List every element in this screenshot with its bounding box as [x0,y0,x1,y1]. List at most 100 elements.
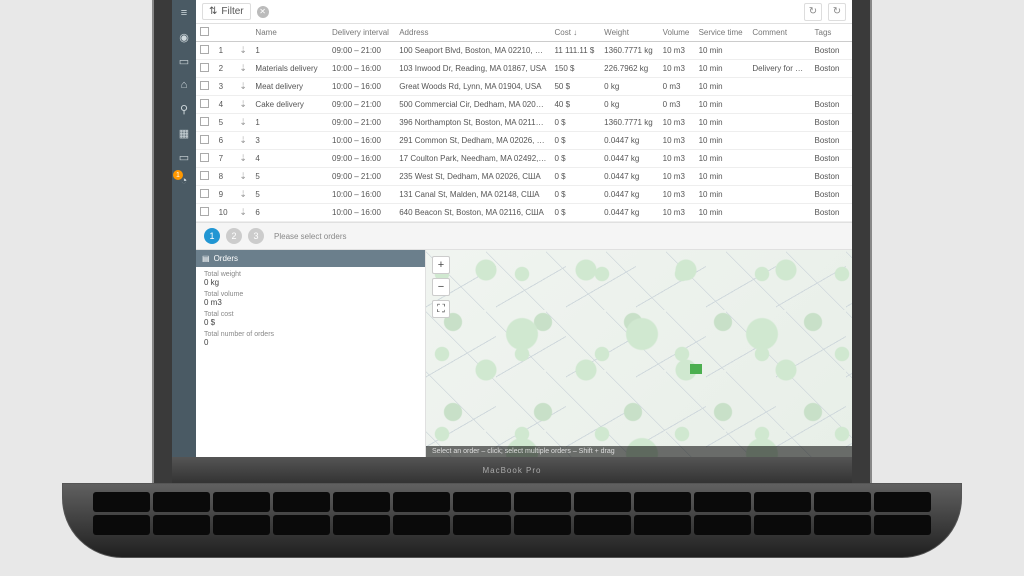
table-row[interactable]: 2⇣Materials delivery10:00 – 16:00103 Inw… [196,60,852,78]
col-service[interactable]: Service time [695,24,749,42]
row-checkbox[interactable] [200,117,209,126]
col-weight[interactable]: Weight [600,24,658,42]
col-volume[interactable]: Volume [659,24,695,42]
map-zoom-out[interactable]: − [432,278,450,296]
laptop-label: MacBook Pro [482,466,541,475]
col-name[interactable]: Name [251,24,328,42]
key [153,515,210,535]
cell-volume: 10 m3 [659,168,695,186]
key [273,492,330,512]
row-num: 3 [215,78,236,96]
cell-cost: 150 $ [550,60,600,78]
cell-address: Great Woods Rd, Lynn, MA 01904, USA [395,78,550,96]
step-3[interactable]: 3 [248,228,264,244]
filter-button[interactable]: ⇅ Filter [202,3,251,20]
table-row[interactable]: 9⇣510:00 – 16:00131 Canal St, Malden, MA… [196,186,852,204]
cell-interval: 09:00 – 21:00 [328,168,395,186]
row-checkbox[interactable] [200,63,209,72]
cell-comment [748,168,810,186]
cell-service: 10 min [695,78,749,96]
table-row[interactable]: 3⇣Meat delivery10:00 – 16:00Great Woods … [196,78,852,96]
cell-volume: 10 m3 [659,60,695,78]
notification-badge: 1 [173,170,183,180]
menu-icon[interactable]: ≡ [177,6,191,20]
person-icon[interactable]: ◉ [177,30,191,44]
status-icon: ⇣ [239,153,247,163]
table-row[interactable]: 8⇣509:00 – 21:00235 West St, Dedham, MA … [196,168,852,186]
row-checkbox[interactable] [200,189,209,198]
key [514,515,571,535]
status-icon: ⇣ [239,207,247,217]
chat-icon[interactable]: ▭ [177,150,191,164]
step-2[interactable]: 2 [226,228,242,244]
refresh-button[interactable]: ↻ [804,3,822,21]
cell-service: 10 min [695,96,749,114]
cell-tags: Boston [811,132,852,150]
row-checkbox[interactable] [200,207,209,216]
row-num: 10 [215,204,236,222]
home-icon[interactable]: ⌂ [177,78,191,92]
col-tags[interactable]: Tags [811,24,852,42]
col-interval[interactable]: Delivery interval [328,24,395,42]
cell-cost: 0 $ [550,114,600,132]
col-cost[interactable]: Cost ↓ [550,24,600,42]
steps-hint: Please select orders [274,232,346,241]
cell-weight: 0.0447 kg [600,150,658,168]
step-1[interactable]: 1 [204,228,220,244]
grid-icon[interactable]: ▦ [177,126,191,140]
cell-comment [748,150,810,168]
table-row[interactable]: 6⇣310:00 – 16:00291 Common St, Dedham, M… [196,132,852,150]
col-address[interactable]: Address [395,24,550,42]
row-checkbox[interactable] [200,45,209,54]
map[interactable]: + − ⛶ Select an order – click; select mu… [426,250,852,457]
row-checkbox[interactable] [200,99,209,108]
key [634,492,691,512]
map-truck-marker[interactable] [690,364,702,374]
cell-address: 396 Northampton St, Boston, MA 02118, СШ… [395,114,550,132]
status-icon: ⇣ [239,171,247,181]
status-icon: ⇣ [239,189,247,199]
select-all-checkbox[interactable] [200,27,209,36]
total-count-label: Total number of orders [204,331,417,338]
map-hint: Select an order – click; select multiple… [426,446,852,457]
cell-interval: 09:00 – 21:00 [328,42,395,60]
table-row[interactable]: 1⇣109:00 – 21:00100 Seaport Blvd, Boston… [196,42,852,60]
key [574,492,631,512]
status-icon: ⇣ [239,63,247,73]
cell-volume: 10 m3 [659,186,695,204]
cell-service: 10 min [695,114,749,132]
map-zoom-in[interactable]: + [432,256,450,274]
cell-cost: 11 111.11 $ [550,42,600,60]
row-checkbox[interactable] [200,135,209,144]
status-icon: ⇣ [239,99,247,109]
row-checkbox[interactable] [200,153,209,162]
pin-icon[interactable]: ⚲ [177,102,191,116]
cell-cost: 0 $ [550,204,600,222]
cell-address: 500 Commercial Cir, Dedham, MA 02026, US… [395,96,550,114]
cell-name: 5 [251,186,328,204]
bell-icon[interactable]: 1 ◔ [177,174,191,188]
cell-cost: 0 $ [550,186,600,204]
sidebar: ≡ ◉ ▭ ⌂ ⚲ ▦ ▭ 1 ◔ [172,0,196,457]
cell-weight: 0 kg [600,78,658,96]
export-button[interactable]: ↻ [828,3,846,21]
cell-interval: 09:00 – 16:00 [328,150,395,168]
cell-cost: 0 $ [550,132,600,150]
row-checkbox[interactable] [200,81,209,90]
filter-clear-button[interactable]: ✕ [257,6,269,18]
cell-tags: Boston [811,42,852,60]
table-row[interactable]: 10⇣610:00 – 16:00640 Beacon St, Boston, … [196,204,852,222]
cell-cost: 40 $ [550,96,600,114]
bottom-split: ▤ Orders Total weight 0 kg Total volume … [196,250,852,457]
table-row[interactable]: 7⇣409:00 – 16:0017 Coulton Park, Needham… [196,150,852,168]
key [874,515,931,535]
cell-weight: 0 kg [600,96,658,114]
cell-comment [748,132,810,150]
table-row[interactable]: 4⇣Cake delivery09:00 – 21:00500 Commerci… [196,96,852,114]
table-row[interactable]: 5⇣109:00 – 21:00396 Northampton St, Bost… [196,114,852,132]
clipboard-icon[interactable]: ▭ [177,54,191,68]
col-comment[interactable]: Comment [748,24,810,42]
row-checkbox[interactable] [200,171,209,180]
cell-address: 291 Common St, Dedham, MA 02026, США [395,132,550,150]
map-fullscreen[interactable]: ⛶ [432,300,450,318]
